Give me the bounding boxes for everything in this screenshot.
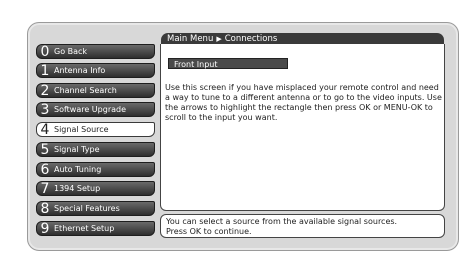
menu-item-label: Antenna Info bbox=[54, 65, 106, 75]
menu-item-number: 2 bbox=[40, 83, 50, 98]
description-text: Use this screen if you have misplaced yo… bbox=[165, 83, 442, 122]
menu-item-signal-type[interactable]: 5 Signal Type bbox=[36, 142, 155, 157]
menu-item-label: Special Features bbox=[54, 203, 120, 213]
help-box: You can select a source from the availab… bbox=[160, 214, 445, 238]
menu-item-special-features[interactable]: 8 Special Features bbox=[36, 201, 155, 216]
menu-item-number: 9 bbox=[40, 221, 50, 236]
breadcrumb-root: Main Menu bbox=[167, 34, 214, 44]
tv-menu-screen: 0 Go Back 1 Antenna Info 2 Channel Searc… bbox=[0, 0, 476, 267]
menu-item-signal-source[interactable]: 4 Signal Source bbox=[36, 122, 155, 137]
menu-item-channel-search[interactable]: 2 Channel Search bbox=[36, 83, 155, 98]
menu-item-go-back[interactable]: 0 Go Back bbox=[36, 44, 155, 59]
menu-item-antenna-info[interactable]: 1 Antenna Info bbox=[36, 63, 155, 78]
menu-item-ethernet-setup[interactable]: 9 Ethernet Setup bbox=[36, 221, 155, 236]
menu-item-label: Signal Type bbox=[54, 144, 100, 154]
menu-item-auto-tuning[interactable]: 6 Auto Tuning bbox=[36, 162, 155, 177]
menu-item-label: Auto Tuning bbox=[54, 164, 102, 174]
input-select-field[interactable]: Front Input bbox=[168, 58, 288, 69]
menu-item-label: Signal Source bbox=[54, 124, 109, 134]
menu-item-number: 0 bbox=[40, 44, 50, 59]
menu-item-number: 6 bbox=[40, 162, 50, 177]
menu-item-number: 4 bbox=[40, 122, 50, 137]
menu-item-label: Go Back bbox=[54, 46, 88, 56]
help-text-line2: Press OK to continue. bbox=[166, 226, 252, 236]
menu-item-label: 1394 Setup bbox=[54, 183, 101, 193]
breadcrumb-current: Connections bbox=[224, 34, 278, 44]
menu-item-software-upgrade[interactable]: 3 Software Upgrade bbox=[36, 102, 155, 117]
menu-item-number: 5 bbox=[40, 142, 50, 157]
menu-item-label: Channel Search bbox=[54, 85, 117, 95]
menu-item-1394-setup[interactable]: 7 1394 Setup bbox=[36, 181, 155, 196]
menu-item-label: Software Upgrade bbox=[54, 104, 127, 114]
menu-item-label: Ethernet Setup bbox=[54, 223, 115, 233]
menu-item-number: 7 bbox=[40, 181, 50, 196]
help-text-line1: You can select a source from the availab… bbox=[166, 217, 398, 226]
menu-item-number: 3 bbox=[40, 102, 50, 117]
menu-item-number: 1 bbox=[40, 63, 50, 78]
menu-item-number: 8 bbox=[40, 201, 50, 216]
